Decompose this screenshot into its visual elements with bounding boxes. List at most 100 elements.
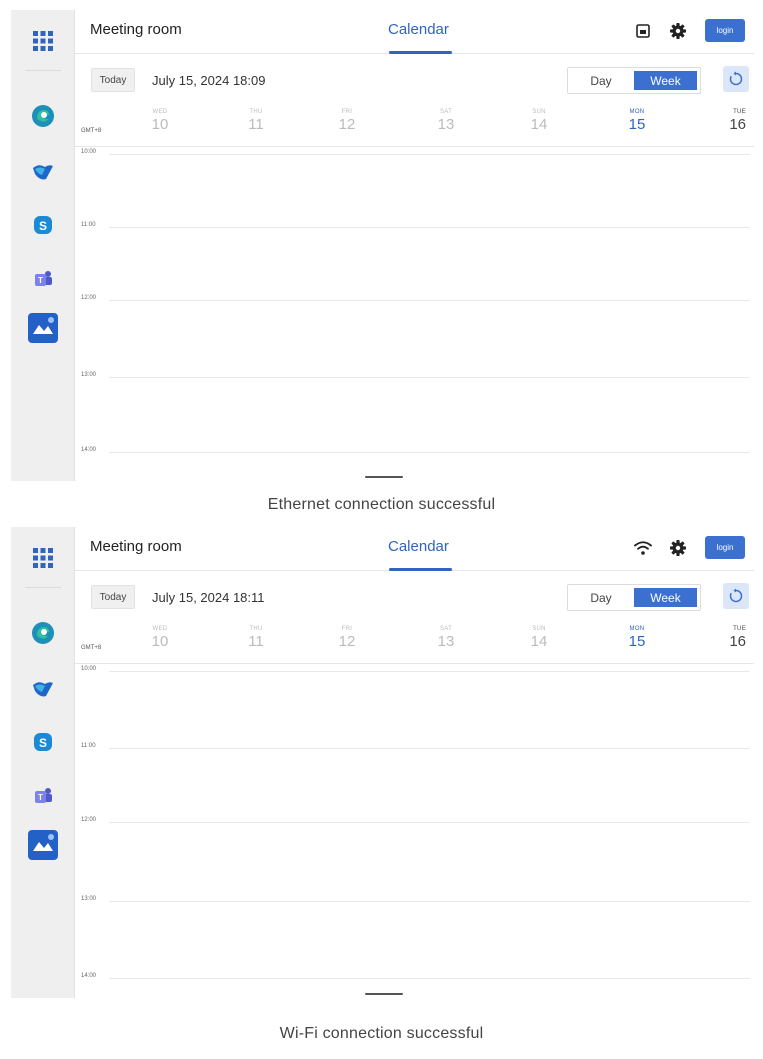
day-header[interactable]: WED 10 [140,109,180,133]
day-date: 10 [151,633,169,650]
hour-gridline [109,452,750,453]
day-name: FRI [341,626,353,632]
day-header[interactable]: FRI 12 [327,626,367,650]
room-name: Meeting room [90,538,182,555]
apps-grid-icon[interactable] [29,544,57,572]
refresh-button[interactable] [723,583,749,609]
hour-row: 13:00 [75,896,754,902]
day-date: 13 [437,633,455,650]
ethernet-icon [634,22,652,40]
whiteboard-app-icon[interactable] [29,674,57,702]
day-name: THU [249,626,263,632]
day-name: MON [629,626,645,632]
skype-icon[interactable]: S [29,728,57,756]
day-header[interactable]: SUN 14 [519,109,559,133]
tab-calendar[interactable]: Calendar [388,538,449,555]
day-name: FRI [341,109,353,115]
app-sidebar: S T [11,527,75,998]
sidebar-divider [25,587,61,588]
hour-gridline [109,227,750,228]
day-name: THU [249,109,263,115]
day-header[interactable]: THU 11 [236,109,276,133]
tab-calendar[interactable]: Calendar [388,21,449,38]
day-date: 14 [530,116,548,133]
screenshot-wifi: S T Meeting room Calendar login Today Ju… [11,527,754,998]
meeting-app-icon[interactable] [27,829,59,861]
day-header-today[interactable]: MON 15 [617,626,657,650]
header-divider [75,146,754,147]
hour-label: 14:00 [81,973,97,979]
hour-label: 14:00 [81,447,97,453]
day-name: SUN [532,626,546,632]
today-button[interactable]: Today [91,585,135,609]
login-button[interactable]: login [705,536,745,559]
current-datetime: July 15, 2024 18:09 [152,73,266,88]
tab-indicator [389,51,452,54]
svg-text:T: T [38,276,43,285]
svg-text:S: S [39,219,47,233]
hour-row: 14:00 [75,447,754,453]
day-date: 15 [628,633,646,650]
top-bar: Meeting room Calendar login [75,10,754,54]
view-day-button[interactable]: Day [568,585,634,610]
day-header-today[interactable]: MON 15 [617,109,657,133]
login-button[interactable]: login [705,19,745,42]
hour-gridline [109,748,750,749]
scroll-handle[interactable] [365,476,403,478]
svg-text:S: S [39,736,47,750]
hour-gridline [109,901,750,902]
calendar-toolbar: Today July 15, 2024 18:09 Day Week [75,55,754,105]
hour-row: 11:00 [75,222,754,228]
caption-ethernet: Ethernet connection successful [267,496,496,513]
day-date: 12 [338,116,356,133]
day-header[interactable]: TUE 16 [706,626,746,650]
day-header[interactable]: SAT 13 [426,109,466,133]
hour-label: 11:00 [81,743,96,749]
teams-icon[interactable]: T [29,265,57,293]
current-datetime: July 15, 2024 18:11 [152,590,265,605]
gear-icon[interactable] [668,538,688,558]
gear-icon[interactable] [668,21,688,41]
hour-gridline [109,978,750,979]
skype-icon[interactable]: S [29,211,57,239]
meeting-app-icon[interactable] [27,312,59,344]
day-header[interactable]: SUN 14 [519,626,559,650]
hour-label: 11:00 [81,222,96,228]
apps-grid-icon[interactable] [29,27,57,55]
teams-icon[interactable]: T [29,782,57,810]
hour-gridline [109,822,750,823]
hour-gridline [109,154,750,155]
edge-browser-icon[interactable] [29,619,57,647]
day-date: 14 [530,633,548,650]
scroll-handle[interactable] [365,993,403,995]
day-header[interactable]: THU 11 [236,626,276,650]
day-date: 10 [151,116,169,133]
day-name: WED [152,626,168,632]
wifi-icon [634,539,652,557]
day-name: WED [152,109,168,115]
refresh-icon [729,588,743,603]
day-header[interactable]: SAT 13 [426,626,466,650]
day-header[interactable]: TUE 16 [706,109,746,133]
edge-browser-icon[interactable] [29,102,57,130]
day-date: 12 [338,633,356,650]
view-week-button[interactable]: Week [634,71,697,90]
day-name: TUE [733,109,746,115]
hour-row: 11:00 [75,743,754,749]
day-header[interactable]: WED 10 [140,626,180,650]
hour-label: 10:00 [81,666,97,672]
today-button[interactable]: Today [91,68,135,92]
timezone-label: GMT+8 [81,645,102,651]
hour-gridline [109,671,750,672]
day-date: 16 [729,116,746,133]
day-name: SUN [532,109,546,115]
refresh-button[interactable] [723,66,749,92]
whiteboard-app-icon[interactable] [29,157,57,185]
view-toggle: Day Week [567,584,701,611]
view-day-button[interactable]: Day [568,68,634,93]
timezone-label: GMT+8 [81,128,102,134]
day-date: 11 [248,633,264,650]
room-name: Meeting room [90,21,182,38]
view-week-button[interactable]: Week [634,588,697,607]
day-header[interactable]: FRI 12 [327,109,367,133]
